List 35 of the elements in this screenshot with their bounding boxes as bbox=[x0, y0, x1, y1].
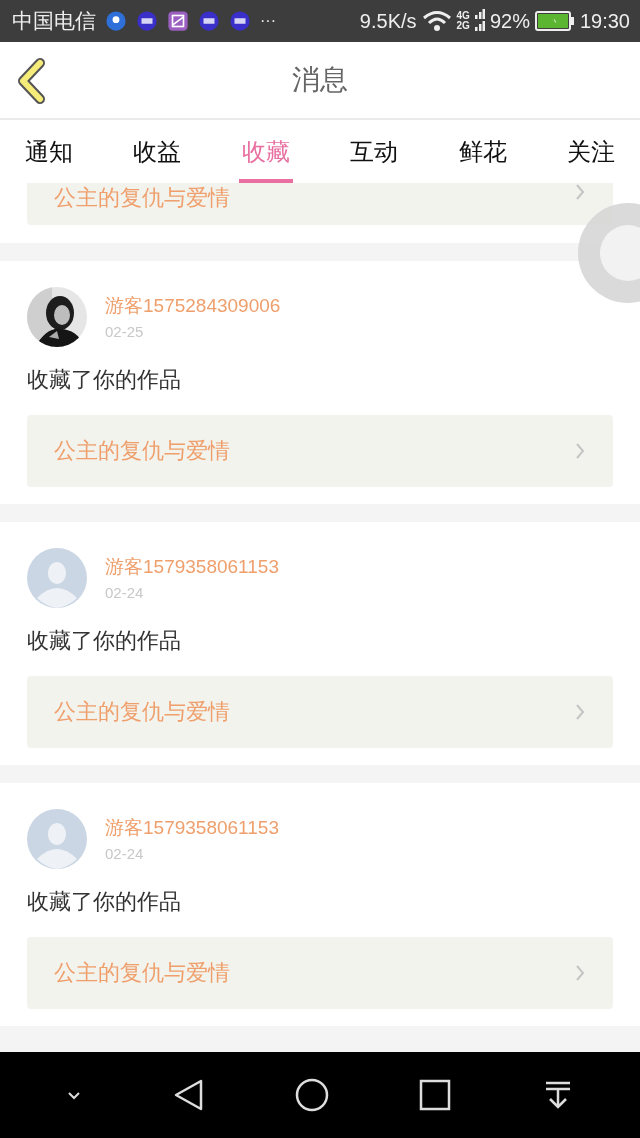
chevron-right-icon bbox=[575, 442, 585, 460]
username: 游客1575284309006 bbox=[105, 294, 281, 318]
page-title: 消息 bbox=[292, 62, 348, 98]
app-notification-icon bbox=[105, 10, 127, 32]
username: 游客1579358061153 bbox=[105, 816, 279, 840]
default-avatar-icon bbox=[27, 809, 87, 869]
clock: 19:30 bbox=[579, 9, 630, 33]
battery-percent: 92% bbox=[489, 9, 530, 33]
network-type: 4G bbox=[456, 11, 470, 21]
username: 游客1579358061153 bbox=[105, 555, 279, 579]
image-notification-icon bbox=[167, 10, 189, 32]
tab[interactable]: 互动 bbox=[347, 120, 402, 183]
more-notifications-text: ··· bbox=[260, 12, 276, 30]
carrier-name: 中国电信 bbox=[12, 8, 96, 34]
home-icon[interactable] bbox=[293, 1077, 330, 1113]
message-text: 收藏了你的作品 bbox=[27, 888, 182, 916]
network-type: 2G bbox=[456, 21, 470, 31]
network-speed: 9.5K/s bbox=[359, 9, 417, 33]
battery-charging-icon bbox=[534, 11, 575, 31]
default-avatar-icon bbox=[27, 548, 87, 608]
app-notification-icon bbox=[229, 10, 251, 32]
app-notification-icon bbox=[198, 10, 220, 32]
back-button[interactable] bbox=[16, 58, 46, 107]
tab[interactable]: 鲜花 bbox=[455, 120, 510, 183]
message-text: 收藏了你的作品 bbox=[27, 627, 182, 655]
chevron-right-icon bbox=[575, 703, 585, 721]
tab[interactable]: 关注 bbox=[563, 120, 618, 183]
chevron-right-icon bbox=[575, 964, 585, 982]
app-notification-icon bbox=[136, 10, 158, 32]
chevron-right-icon bbox=[575, 183, 585, 201]
signal-icon bbox=[474, 9, 485, 33]
tab[interactable]: 收益 bbox=[130, 120, 185, 183]
tab[interactable]: 通知 bbox=[22, 120, 76, 183]
message-text: 收藏了你的作品 bbox=[27, 366, 182, 394]
wifi-icon bbox=[421, 10, 452, 32]
